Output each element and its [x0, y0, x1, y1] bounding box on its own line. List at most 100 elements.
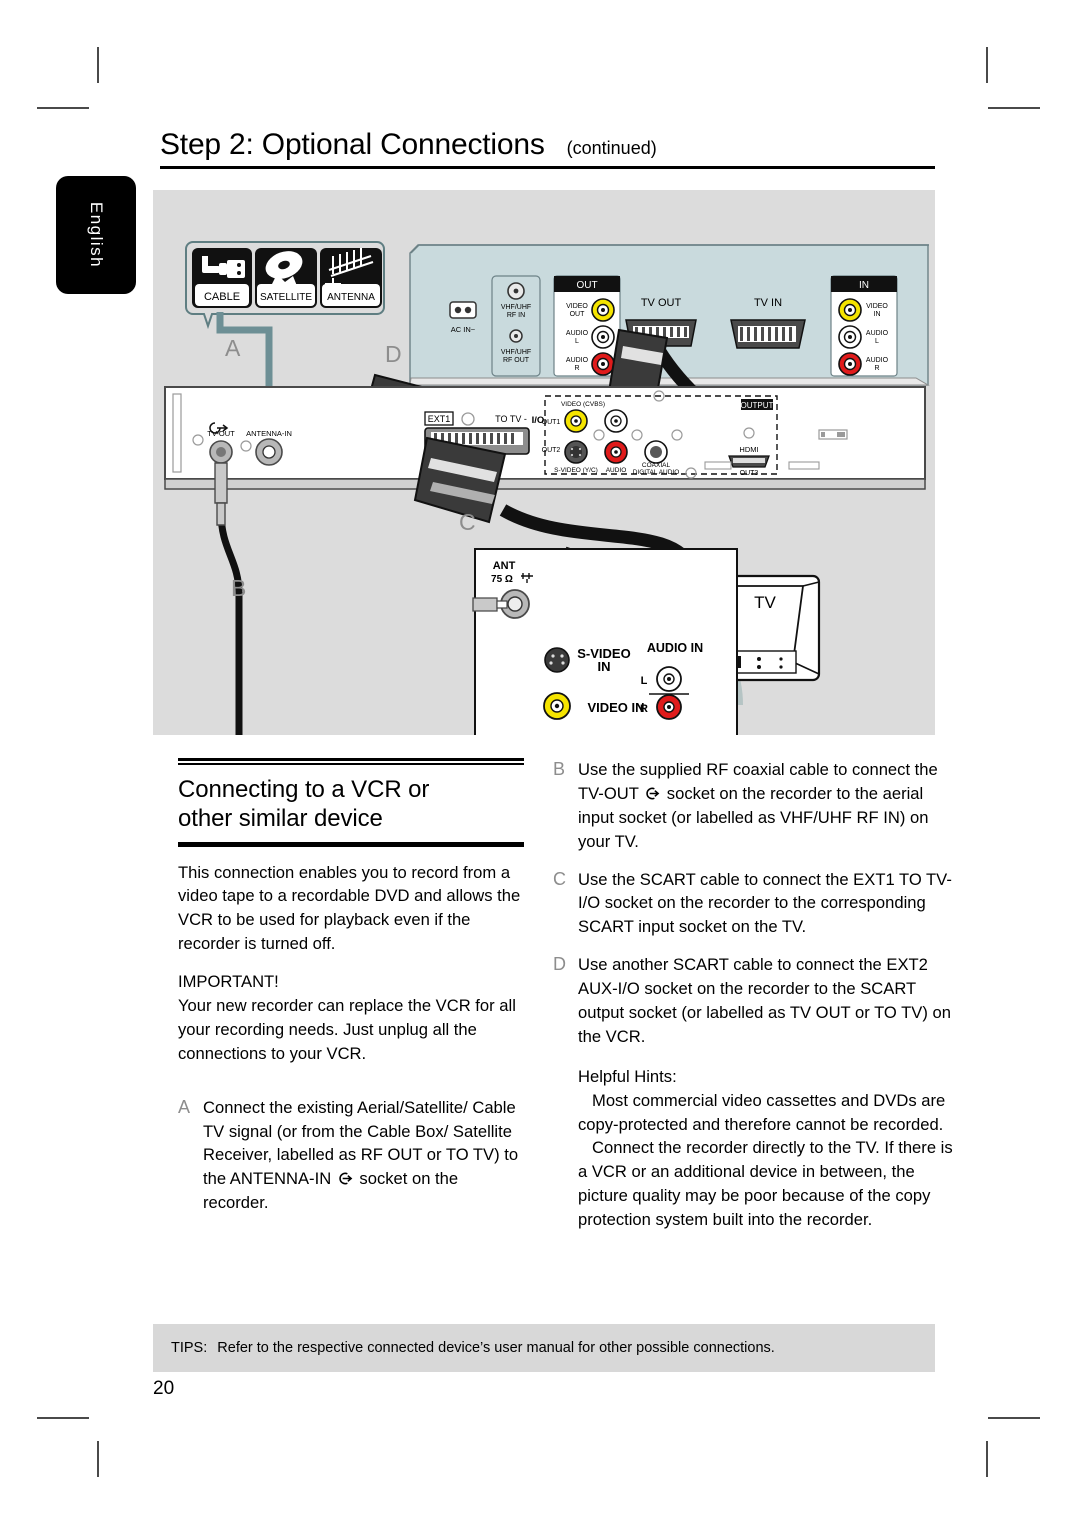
svg-text:RF OUT: RF OUT: [503, 357, 530, 364]
section-rule-top-thin: [178, 763, 524, 765]
language-tab-label: English: [87, 201, 106, 269]
recorder-video-out1-jack: [564, 409, 588, 433]
section-rule-top: [178, 758, 524, 761]
svg-text:ANTENNA-IN: ANTENNA-IN: [246, 429, 292, 438]
svg-text:CABLE: CABLE: [204, 291, 240, 303]
signal-source-box: CABLE SATELLITE ANTENNA: [185, 241, 385, 330]
antenna-icon-box: ANTENNA: [320, 248, 382, 308]
svg-text:VHF/UHF: VHF/UHF: [501, 304, 531, 311]
svg-text:AUDIO: AUDIO: [566, 357, 589, 364]
svg-text:AC IN~: AC IN~: [451, 325, 476, 334]
cable-icon-box: CABLE: [192, 248, 252, 308]
svg-text:AUDIO: AUDIO: [606, 467, 627, 474]
intro-paragraph: This connection enables you to record fr…: [178, 862, 521, 954]
svg-text:VIDEO: VIDEO: [866, 303, 888, 310]
svg-text:VHF/UHF: VHF/UHF: [501, 349, 531, 356]
left-text-column: Connecting to a VCR or other similar dev…: [178, 758, 524, 1229]
svg-text:75 Ω: 75 Ω: [491, 574, 513, 585]
right-text-column: B Use the supplied RF coaxial cable to c…: [553, 758, 953, 1232]
svg-text:R: R: [574, 365, 579, 372]
step-a: A Connect the existing Aerial/Satellite/…: [178, 1096, 524, 1215]
satellite-icon-box: SATELLITE: [255, 248, 317, 308]
diagram-marker-d: D: [385, 341, 402, 367]
svg-text:OUT3: OUT3: [740, 470, 759, 477]
important-label: IMPORTANT!: [178, 972, 279, 992]
svg-text:VIDEO: VIDEO: [566, 303, 588, 310]
svg-text:VIDEO IN: VIDEO IN: [587, 700, 644, 715]
svg-text:IN: IN: [874, 311, 881, 318]
svg-text:L: L: [575, 338, 579, 345]
crop-mark-top-right-horizontal: [988, 107, 1040, 109]
svg-text:ANT: ANT: [493, 560, 516, 572]
crop-mark-top-left-vertical: [97, 47, 99, 83]
header-rule: [160, 166, 935, 169]
language-tab-english: English: [56, 176, 136, 294]
crop-mark-bottom-right-horizontal: [988, 1417, 1040, 1419]
crop-mark-top-right-vertical: [986, 47, 988, 83]
step-c: C Use the SCART cable to connect the EXT…: [553, 868, 953, 940]
svg-text:R: R: [640, 703, 648, 715]
diagram-marker-b: B: [231, 575, 246, 601]
tips-bar: TIPS: Refer to the respective connected …: [153, 1324, 935, 1372]
vcr-in-jack-group: IN VIDEO IN AUDIO L AUDIO R: [830, 275, 898, 377]
section-rule-bottom-thin: [178, 844, 524, 847]
page-title-continued: (continued): [566, 138, 657, 158]
svg-text:AUDIO IN: AUDIO IN: [647, 641, 703, 655]
tips-label: TIPS:: [171, 1340, 208, 1356]
svg-text:OUT2: OUT2: [542, 447, 561, 454]
svg-text:OUT: OUT: [576, 280, 597, 291]
svg-text:EXT1: EXT1: [428, 414, 451, 424]
hint-1: Most commercial video cassettes and DVDs…: [578, 1090, 946, 1134]
svg-text:IN: IN: [598, 659, 611, 674]
step-b-marker: B: [553, 759, 566, 779]
svg-text:HDMI: HDMI: [739, 445, 758, 454]
step-d-marker: D: [553, 954, 566, 975]
connection-diagram: .lbl{font-family:"Liberation Sans",sans-…: [153, 190, 935, 735]
step-c-text: Use the SCART cable to connect the EXT1 …: [578, 869, 952, 937]
diagram-marker-c: C: [459, 509, 476, 535]
page-title: Step 2: Optional Connections: [160, 128, 545, 161]
tips-content: TIPS: Refer to the respective connected …: [153, 1340, 775, 1356]
svg-text:R: R: [874, 365, 879, 372]
svg-text:AUDIO: AUDIO: [866, 330, 889, 337]
step-c-marker: C: [553, 868, 566, 889]
svg-text:L: L: [641, 675, 648, 687]
ac-in-socket: AC IN~: [449, 301, 477, 334]
crop-mark-top-left-horizontal: [37, 107, 89, 109]
svg-text:TV OUT: TV OUT: [641, 297, 682, 309]
recorder-coaxial-digital-audio-jack: [644, 440, 668, 464]
page-number: 20: [153, 1378, 175, 1399]
important-paragraph: Your new recorder can replace the VCR fo…: [178, 995, 516, 1063]
hint-2: Connect the recorder directly to the TV.…: [578, 1138, 953, 1230]
step-a-marker: A: [178, 1096, 191, 1117]
connection-diagram-svg: .lbl{font-family:"Liberation Sans",sans-…: [164, 241, 930, 735]
svg-text:SATELLITE: SATELLITE: [260, 292, 312, 303]
svg-text:OUT1: OUT1: [542, 419, 561, 426]
vcr-out-jack-group: OUT VIDEO OUT AUDIO L AUDIO R: [553, 275, 621, 377]
svg-text:OUTPUT: OUTPUT: [741, 401, 774, 410]
recorder-audio-red-jack: [604, 440, 628, 464]
section-heading: Connecting to a VCR or other similar dev…: [178, 776, 430, 833]
svg-text:RF IN: RF IN: [507, 312, 525, 319]
svg-text:ANTENNA: ANTENNA: [327, 292, 375, 303]
recorder-back-panel: TV-OUT ANTENNA-IN EXT1 TO TV - I/O OUTPU…: [164, 386, 926, 490]
crop-mark-bottom-right-vertical: [986, 1441, 988, 1477]
svg-text:L: L: [875, 338, 879, 345]
svg-text:TO TV -: TO TV -: [495, 414, 527, 424]
tv-out-arrow-icon: [645, 786, 660, 801]
svg-text:TV IN: TV IN: [754, 297, 782, 309]
svg-text:DIGITAL AUDIO: DIGITAL AUDIO: [633, 469, 680, 476]
svg-text:TV: TV: [754, 593, 776, 612]
step-a-body: Connect the existing Aerial/Satellite/ C…: [203, 1096, 524, 1215]
svg-text:AUDIO: AUDIO: [566, 330, 589, 337]
tv-connection-panel: ANT 75 Ω S-VIDEO IN VIDEO IN AUDIO IN L …: [472, 548, 738, 735]
recorder-audio-white-jack: [604, 409, 628, 433]
svg-text:AUDIO: AUDIO: [866, 357, 889, 364]
crop-mark-bottom-left-horizontal: [37, 1417, 89, 1419]
antenna-in-arrow-icon: [338, 1171, 353, 1186]
crop-mark-bottom-left-vertical: [97, 1441, 99, 1477]
svg-text:COAXIAL: COAXIAL: [642, 462, 671, 469]
svg-text:OUT: OUT: [570, 311, 586, 318]
hints-label: Helpful Hints:: [578, 1066, 677, 1086]
page-header: Step 2: Optional Connections (continued): [160, 128, 935, 169]
